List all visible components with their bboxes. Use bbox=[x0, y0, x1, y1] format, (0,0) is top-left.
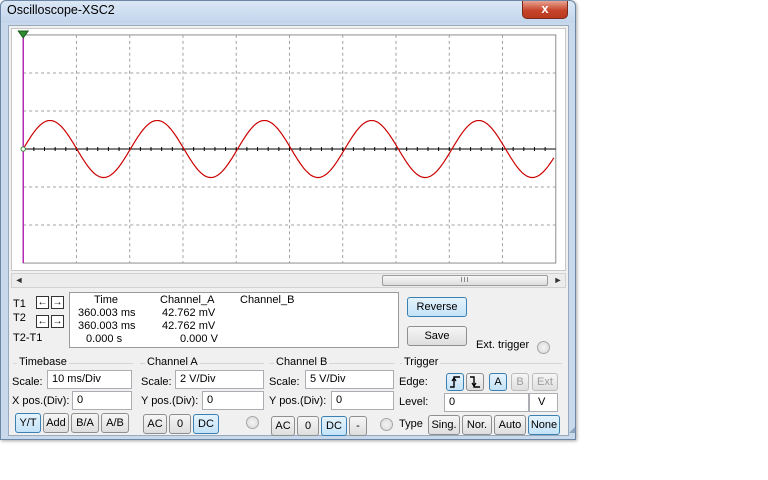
t2-right-arrow-icon[interactable]: → bbox=[51, 315, 64, 328]
channel-b-title: Channel B bbox=[274, 356, 330, 368]
timebase-xpos-label: X pos.(Div): bbox=[12, 395, 70, 407]
yt-mode-button[interactable]: Y/T bbox=[15, 413, 41, 433]
window-title: Oscilloscope-XSC2 bbox=[7, 3, 115, 17]
reverse-button[interactable]: Reverse bbox=[407, 297, 467, 317]
t1-left-arrow-icon[interactable]: ← bbox=[36, 296, 49, 309]
readout-header-channel-a: Channel_A bbox=[160, 294, 215, 306]
resize-grip-icon[interactable]: ◢ bbox=[569, 425, 575, 434]
readout-header-time: Time bbox=[94, 294, 119, 306]
oscilloscope-window: Oscilloscope-XSC2 x ◄ III ► T1 T2 T2-T1 … bbox=[0, 0, 576, 440]
t1-time-value: 360.003 ms bbox=[78, 307, 136, 319]
timebase-xpos-field[interactable]: 0 bbox=[72, 391, 132, 410]
readout-header-channel-b: Channel_B bbox=[240, 294, 295, 306]
channel-a-zero-button[interactable]: 0 bbox=[169, 414, 191, 434]
scroll-right-icon[interactable]: ► bbox=[551, 274, 565, 287]
close-icon: x bbox=[541, 1, 549, 16]
scroll-left-icon[interactable]: ◄ bbox=[12, 274, 26, 287]
channel-b-scale-field[interactable]: 5 V/Div bbox=[305, 370, 394, 389]
t1-right-arrow-icon[interactable]: → bbox=[51, 296, 64, 309]
title-bar[interactable]: Oscilloscope-XSC2 x bbox=[1, 1, 575, 23]
channel-a-dc-button[interactable]: DC bbox=[193, 414, 219, 434]
ext-trigger-terminal[interactable] bbox=[537, 341, 550, 354]
oscilloscope-panel: ◄ III ► T1 T2 T2-T1 ← → ← → Time Channel… bbox=[8, 25, 569, 436]
trigger-source-ext-button[interactable]: Ext bbox=[532, 373, 558, 391]
channel-a-ypos-field[interactable]: 0 bbox=[202, 391, 264, 410]
ba-mode-button[interactable]: B/A bbox=[71, 413, 99, 433]
channel-a-scale-field[interactable]: 2 V/Div bbox=[175, 370, 264, 389]
ab-mode-button[interactable]: A/B bbox=[101, 413, 129, 433]
t2-time-value: 360.003 ms bbox=[78, 320, 136, 332]
trigger-title: Trigger bbox=[402, 356, 441, 368]
trigger-level-unit[interactable]: V bbox=[529, 393, 558, 412]
trigger-auto-button[interactable]: Auto bbox=[494, 415, 526, 435]
trigger-source-b-button[interactable]: B bbox=[511, 373, 529, 391]
trigger-type-label: Type bbox=[399, 418, 423, 430]
trigger-level-field[interactable]: 0 bbox=[444, 393, 529, 412]
channel-a-ypos-label: Y pos.(Div): bbox=[141, 395, 199, 407]
rising-edge-button[interactable] bbox=[446, 373, 464, 391]
t2t1-label: T2-T1 bbox=[13, 332, 43, 344]
channel-a-ground-marker-icon bbox=[20, 146, 26, 152]
trigger-normal-button[interactable]: Nor. bbox=[462, 415, 492, 435]
close-button[interactable]: x bbox=[522, 1, 568, 19]
add-mode-button[interactable]: Add bbox=[43, 413, 69, 433]
horizontal-scrollbar[interactable]: ◄ III ► bbox=[11, 273, 566, 288]
rising-edge-icon bbox=[450, 376, 460, 388]
ext-trigger-label: Ext. trigger bbox=[476, 339, 530, 351]
channel-a-title: Channel A bbox=[145, 356, 200, 368]
channel-b-invert-button[interactable]: - bbox=[349, 416, 367, 436]
channel-a-terminal[interactable] bbox=[246, 416, 259, 429]
channel-b-ac-button[interactable]: AC bbox=[271, 416, 295, 436]
t2-left-arrow-icon[interactable]: ← bbox=[36, 315, 49, 328]
save-button[interactable]: Save bbox=[407, 326, 467, 346]
t1-channel-a-value: 42.762 mV bbox=[162, 307, 216, 319]
channel-b-terminal[interactable] bbox=[380, 418, 393, 431]
t1-label: T1 bbox=[13, 298, 26, 310]
scrollbar-thumb[interactable]: III bbox=[382, 275, 548, 286]
trigger-none-button[interactable]: None bbox=[528, 415, 560, 435]
channel-a-scale-label: Scale: bbox=[141, 376, 172, 388]
t2t1-time-value: 0.000 s bbox=[86, 333, 123, 345]
trigger-level-label: Level: bbox=[399, 396, 429, 408]
channel-b-ypos-field[interactable]: 0 bbox=[331, 391, 394, 410]
timebase-scale-field[interactable]: 10 ms/Div bbox=[47, 370, 132, 389]
channel-b-ypos-label: Y pos.(Div): bbox=[269, 395, 327, 407]
cursor-readout: Time Channel_A Channel_B 360.003 ms 42.7… bbox=[69, 292, 399, 348]
timebase-scale-label: Scale: bbox=[12, 376, 43, 388]
t2-label: T2 bbox=[13, 312, 26, 324]
falling-edge-button[interactable] bbox=[466, 373, 484, 391]
falling-edge-icon bbox=[470, 376, 480, 388]
t2-channel-a-value: 42.762 mV bbox=[162, 320, 216, 332]
channel-b-scale-label: Scale: bbox=[269, 376, 300, 388]
timebase-title: Timebase bbox=[17, 356, 69, 368]
trigger-edge-label: Edge: bbox=[399, 376, 428, 388]
channel-b-dc-button[interactable]: DC bbox=[321, 416, 347, 436]
oscilloscope-screen[interactable] bbox=[11, 28, 566, 271]
channel-b-zero-button[interactable]: 0 bbox=[297, 416, 319, 436]
channel-a-ac-button[interactable]: AC bbox=[143, 414, 167, 434]
trigger-source-a-button[interactable]: A bbox=[489, 373, 507, 391]
trigger-single-button[interactable]: Sing. bbox=[428, 415, 460, 435]
t2t1-channel-a-value: 0.000 V bbox=[180, 333, 218, 345]
